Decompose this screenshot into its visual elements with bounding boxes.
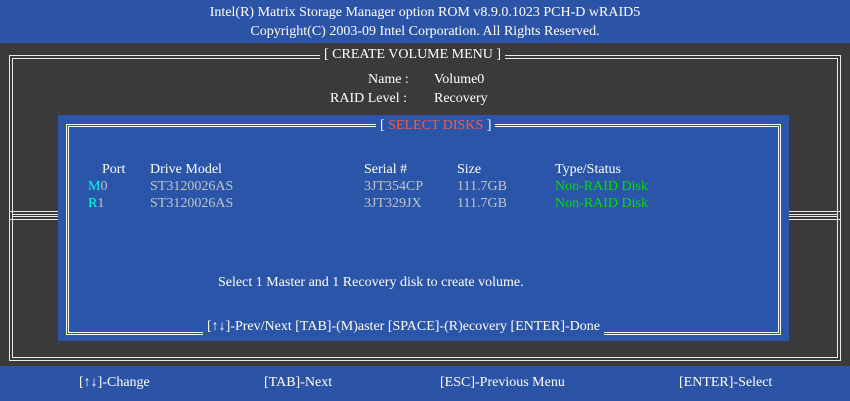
- col-serial: Serial #: [364, 162, 408, 177]
- footer-change: [↑↓]-Change: [79, 375, 150, 390]
- raid-level-label: RAID Level :: [330, 91, 407, 106]
- disk-serial: 3JT354CP: [364, 179, 424, 194]
- footer-previous-menu: [ESC]-Previous Menu: [440, 375, 565, 390]
- col-drive-model: Drive Model: [150, 162, 222, 177]
- instruction-text: Select 1 Master and 1 Recovery disk to c…: [218, 275, 524, 290]
- dialog-help-keys: [↑↓]-Prev/Next [TAB]-(M)aster [SPACE]-(R…: [203, 319, 604, 335]
- disk-size: 111.7GB: [457, 196, 507, 211]
- disk-model: ST3120026AS: [150, 179, 234, 194]
- footer-next: [TAB]-Next: [264, 375, 333, 390]
- disk-size: 111.7GB: [457, 179, 507, 194]
- rom-title: Intel(R) Matrix Storage Manager option R…: [209, 5, 641, 20]
- disk-status: Non-RAID Disk: [555, 196, 648, 211]
- disk-port: M0: [88, 179, 108, 194]
- select-disks-title: [ SELECT DISKS ]: [376, 118, 496, 134]
- disk-serial: 3JT329JX: [364, 196, 422, 211]
- footer-bar: [↑↓]-Change [TAB]-Next [ESC]-Previous Me…: [0, 366, 850, 401]
- name-value[interactable]: Volume0: [434, 72, 484, 88]
- col-type-status: Type/Status: [555, 162, 621, 177]
- copyright-line: Copyright(C) 2003-09 Intel Corporation. …: [250, 24, 600, 39]
- header-bar: Intel(R) Matrix Storage Manager option R…: [0, 0, 850, 43]
- footer-select: [ENTER]-Select: [679, 375, 773, 390]
- raid-level-value[interactable]: Recovery: [434, 91, 488, 107]
- col-port: Port: [102, 162, 126, 177]
- disk-port: R1: [88, 196, 105, 211]
- select-disks-dialog: [ SELECT DISKS ] Port Drive Model Serial…: [58, 115, 789, 341]
- select-disks-frame: [66, 124, 781, 335]
- disk-model: ST3120026AS: [150, 196, 234, 211]
- name-label: Name :: [368, 72, 409, 87]
- create-volume-title: [ CREATE VOLUME MENU ]: [320, 47, 506, 63]
- col-size: Size: [457, 162, 482, 177]
- master-flag: M: [88, 179, 101, 194]
- disk-status: Non-RAID Disk: [555, 179, 648, 194]
- recovery-flag: R: [88, 196, 98, 211]
